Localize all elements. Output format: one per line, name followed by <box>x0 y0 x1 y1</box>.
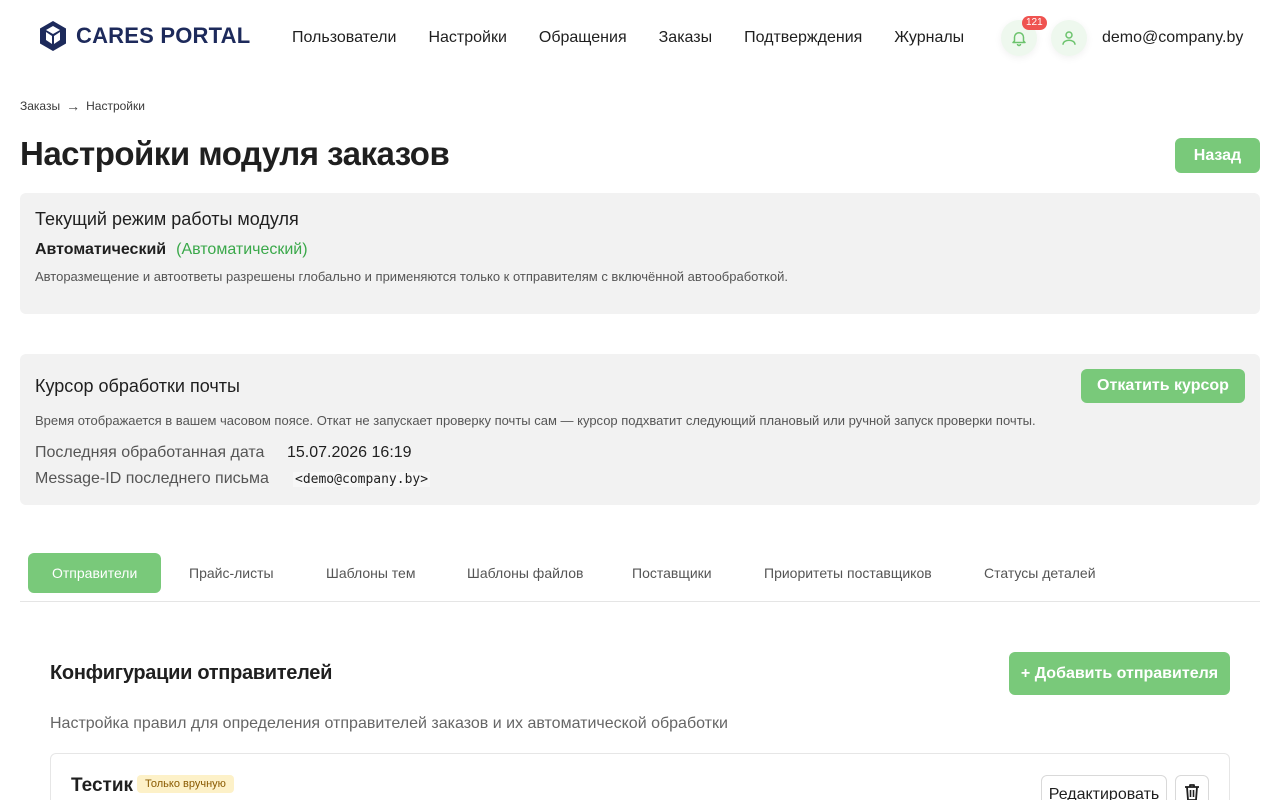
mode-description: Авторазмещение и автоответы разрешены гл… <box>35 269 788 284</box>
breadcrumb: Заказы → Настройки <box>20 98 145 114</box>
notification-count-badge: 121 <box>1022 16 1047 30</box>
top-header: CARES PORTAL Пользователи Настройки Обра… <box>0 0 1280 76</box>
senders-section-description: Настройка правил для определения отправи… <box>50 715 728 732</box>
senders-section-title: Конфигурации отправителей <box>50 662 333 684</box>
brand-logo[interactable]: CARES PORTAL <box>38 20 250 52</box>
logo-icon <box>40 21 66 51</box>
tab-file-templates[interactable]: Шаблоны файлов <box>467 553 583 593</box>
rollback-cursor-button[interactable]: Откатить курсор <box>1081 369 1245 403</box>
tab-supplier-priorities[interactable]: Приоритеты поставщиков <box>764 553 932 593</box>
nav-item-users[interactable]: Пользователи <box>292 29 396 47</box>
breadcrumb-parent[interactable]: Заказы <box>20 99 60 113</box>
breadcrumb-arrow-icon: → <box>66 98 81 114</box>
nav-item-settings[interactable]: Настройки <box>428 29 506 47</box>
settings-tabs: Отправители Прайс-листы Шаблоны тем Шабл… <box>20 553 1260 602</box>
sender-card: Тестик Только вручную Редактировать <box>50 753 1230 800</box>
tab-suppliers[interactable]: Поставщики <box>632 553 712 593</box>
message-id-value: <demo@company.by> <box>293 472 431 487</box>
user-email[interactable]: demo@company.by <box>1102 29 1243 47</box>
back-button[interactable]: Назад <box>1175 138 1260 173</box>
mode-status: Автоматический (Автоматический) <box>35 241 308 259</box>
nav-item-confirmations[interactable]: Подтверждения <box>744 29 862 47</box>
nav-item-logs[interactable]: Журналы <box>894 29 964 47</box>
delete-sender-button[interactable] <box>1175 775 1209 800</box>
cursor-panel-title: Курсор обработки почты <box>35 376 240 396</box>
nav-item-orders[interactable]: Заказы <box>659 29 712 47</box>
user-icon <box>1062 31 1076 45</box>
mail-cursor-panel: Курсор обработки почты Откатить курсор В… <box>20 354 1260 505</box>
mode-value: Автоматический <box>35 241 167 258</box>
mode-panel-title: Текущий режим работы модуля <box>35 209 299 229</box>
sender-name: Тестик <box>71 775 134 796</box>
page-title: Настройки модуля заказов <box>20 135 450 172</box>
sender-mode-badge: Только вручную <box>137 775 234 793</box>
trash-icon <box>1185 784 1199 800</box>
tab-price-lists[interactable]: Прайс-листы <box>189 553 274 593</box>
last-date-value: 15.07.2026 16:19 <box>287 444 412 461</box>
breadcrumb-current: Настройки <box>86 99 145 113</box>
brand-name: CARES PORTAL <box>76 23 251 48</box>
tab-subject-templates[interactable]: Шаблоны тем <box>326 553 415 593</box>
bell-icon <box>1012 32 1026 47</box>
module-mode-panel: Текущий режим работы модуля Автоматическ… <box>20 193 1260 314</box>
last-date-label: Последняя обработанная дата <box>35 444 265 461</box>
add-sender-button[interactable]: + Добавить отправителя <box>1009 652 1230 695</box>
edit-sender-button[interactable]: Редактировать <box>1041 775 1167 800</box>
nav-item-requests[interactable]: Обращения <box>539 29 627 47</box>
user-menu-button[interactable] <box>1051 20 1087 56</box>
mode-value-hint: (Автоматический) <box>176 241 308 258</box>
main-nav: Пользователи Настройки Обращения Заказы … <box>292 29 964 47</box>
tab-senders[interactable]: Отправители <box>28 553 161 593</box>
tab-part-statuses[interactable]: Статусы деталей <box>984 553 1096 593</box>
message-id-label: Message-ID последнего письма <box>35 470 269 487</box>
cursor-description: Время отображается в вашем часовом поясе… <box>35 413 1036 428</box>
